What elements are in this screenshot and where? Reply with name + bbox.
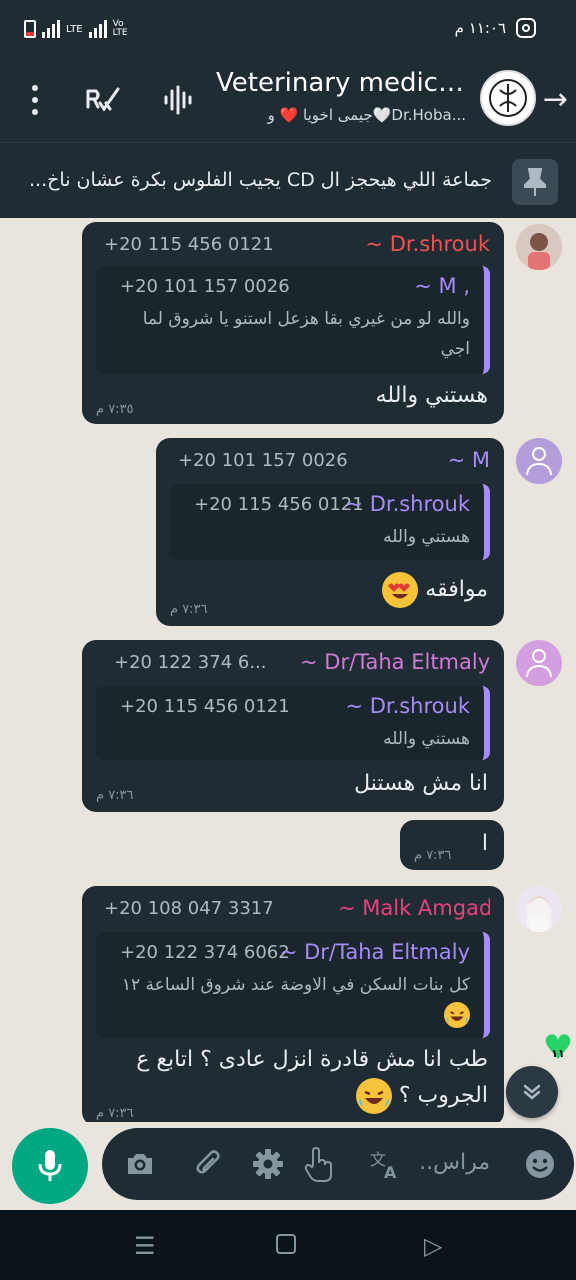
- message-bubble[interactable]: ا ٧:٣٦ م: [400, 820, 504, 870]
- pin-icon: [512, 159, 558, 205]
- scroll-down-button[interactable]: [506, 1066, 558, 1118]
- message-bubble[interactable]: +20 101 157 0026 ~ M +20 115 456 0121 ~ …: [156, 438, 504, 626]
- mic-icon: [38, 1150, 62, 1181]
- quoted-message[interactable]: +20 101 157 0026 ~ M , والله لو من غيري …: [96, 266, 490, 374]
- quoted-sender: ~ Dr.shrouk: [345, 694, 470, 718]
- sender-phone: +20 108 047 3317: [104, 898, 274, 919]
- quoted-message[interactable]: +20 122 374 6062 ~ Dr/Taha Eltmaly كل بن…: [96, 932, 490, 1038]
- chevron-double-down-icon: [523, 1084, 541, 1100]
- pinned-message-text: جماعة اللي هيحجز ال CD يجيب الفلوس بكرة …: [29, 169, 492, 191]
- quoted-text: هستني والله: [383, 729, 470, 749]
- avatar[interactable]: [516, 224, 562, 270]
- message-time: ٧:٣٦ م: [414, 848, 452, 863]
- sender-phone: +20 101 157 0026: [178, 450, 348, 471]
- svg-text:A: A: [384, 1163, 397, 1181]
- message-bubble[interactable]: +20 122 374 6... ~ Dr/Taha Eltmaly +20 1…: [82, 640, 504, 812]
- volte-indicator: Vo LTE: [112, 19, 128, 38]
- message-bubble[interactable]: +20 108 047 3317 ~ Malk Amgad +20 122 37…: [82, 886, 504, 1122]
- chat-header: → Veterinary medici... جيمى اخويا ❤️ و🤍D…: [0, 62, 576, 142]
- signal-icon-2: [88, 20, 107, 38]
- back-arrow-icon[interactable]: →: [543, 82, 568, 117]
- chat-subtitle[interactable]: جيمى اخويا ❤️ و🤍Dr.Hoba...: [216, 106, 466, 124]
- quoted-text: كل بنات السكن في الاوضة عند شروق الساعة …: [110, 970, 470, 1030]
- avatar[interactable]: [516, 438, 562, 484]
- waveform-icon[interactable]: [158, 80, 198, 120]
- avatar[interactable]: [516, 640, 562, 686]
- mic-button[interactable]: [12, 1128, 88, 1204]
- status-time: ١١:٠٦ م: [454, 19, 506, 37]
- message-bubble[interactable]: +20 115 456 0121 ~ Dr.shrouk +20 101 157…: [82, 222, 504, 424]
- group-avatar[interactable]: [480, 70, 536, 126]
- chat-title[interactable]: Veterinary medici...: [216, 68, 466, 98]
- quoted-text: والله لو من غيري بقا هزعل استنو يا شروق …: [142, 309, 470, 359]
- unread-count: ١١: [551, 1047, 565, 1060]
- network-type: LTE: [66, 23, 83, 35]
- message-time: ٧:٣٦ م: [170, 602, 208, 617]
- message-time: ٧:٣٥ م: [96, 402, 134, 417]
- avatar[interactable]: [516, 886, 562, 932]
- read-check-icon[interactable]: [82, 80, 122, 120]
- sender-name[interactable]: ~ Malk Amgad: [338, 896, 490, 920]
- laughing-emoji-icon: [444, 1002, 470, 1028]
- settings-icon[interactable]: [250, 1146, 286, 1182]
- message-time: ٧:٣٦ م: [96, 1106, 134, 1121]
- message-text-content: موافقه: [425, 577, 488, 602]
- battery-icon: [24, 20, 36, 38]
- sender-name[interactable]: ~ M: [448, 448, 490, 472]
- instagram-icon: [516, 18, 536, 38]
- message-text: انا مش هستنل: [354, 771, 488, 796]
- quoted-sender: ~ M ,: [414, 274, 470, 298]
- unread-heart-badge[interactable]: ♥ ١١: [540, 1031, 576, 1065]
- sender-name[interactable]: ~ Dr/Taha Eltmaly: [300, 650, 490, 674]
- quoted-text-content: كل بنات السكن في الاوضة عند شروق الساعة …: [121, 975, 470, 995]
- menu-nav-icon[interactable]: ☰: [134, 1232, 156, 1260]
- chat-messages[interactable]: +20 115 456 0121 ~ Dr.shrouk +20 101 157…: [0, 218, 576, 1122]
- back-nav-icon[interactable]: ▷: [424, 1232, 442, 1260]
- message-text: طب انا مش قادرة انزل عادى ؟ اتابع ع الجر…: [98, 1042, 488, 1114]
- quoted-message[interactable]: +20 115 456 0121 ~ Dr.shrouk هستني والله: [170, 484, 490, 560]
- sender-name[interactable]: ~ Dr.shrouk: [360, 232, 490, 256]
- message-time: ٧:٣٦ م: [96, 788, 134, 803]
- quoted-sender: ~ Dr.shrouk: [345, 492, 470, 516]
- status-left: LTE Vo LTE: [24, 20, 137, 38]
- signal-icon: [42, 20, 60, 38]
- quoted-phone: +20 101 157 0026: [120, 276, 290, 297]
- quoted-text: هستني والله: [383, 527, 470, 547]
- sender-phone: +20 115 456 0121: [104, 234, 274, 255]
- message-text: موافقه: [382, 572, 488, 608]
- message-composer[interactable]: مراس.. 文A: [102, 1128, 574, 1200]
- emoji-icon[interactable]: [522, 1146, 558, 1182]
- translate-icon[interactable]: 文A: [368, 1146, 404, 1182]
- status-bar: LTE Vo LTE ١١:٠٦ م: [0, 0, 576, 62]
- heart-eyes-emoji-icon: [382, 572, 419, 608]
- group-logo-icon: [489, 79, 527, 117]
- quoted-phone: +20 115 456 0121: [194, 494, 364, 515]
- attach-icon[interactable]: [192, 1146, 228, 1182]
- message-text-content: طب انا مش قادرة انزل عادى ؟ اتابع ع الجر…: [136, 1047, 488, 1108]
- quoted-phone: +20 115 456 0121: [120, 696, 290, 717]
- more-vertical-icon[interactable]: [15, 80, 55, 120]
- quoted-sender: ~ Dr/Taha Eltmaly: [279, 940, 470, 964]
- quoted-phone: +20 122 374 6062: [120, 942, 290, 963]
- pinned-message-bar[interactable]: جماعة اللي هيحجز ال CD يجيب الفلوس بكرة …: [0, 142, 576, 218]
- camera-icon[interactable]: [122, 1146, 158, 1182]
- message-text: ا: [481, 831, 488, 856]
- sender-phone: +20 122 374 6...: [114, 652, 267, 673]
- message-text: هستني والله: [375, 383, 488, 408]
- system-nav-bar: ☰ ▷: [0, 1210, 576, 1280]
- quoted-message[interactable]: +20 115 456 0121 ~ Dr.shrouk هستني والله: [96, 686, 490, 760]
- touch-icon[interactable]: [300, 1146, 336, 1182]
- message-input[interactable]: مراس..: [419, 1150, 490, 1175]
- laughing-emoji-icon: [355, 1078, 392, 1114]
- status-right: ١١:٠٦ م: [455, 18, 536, 38]
- home-nav-icon[interactable]: [276, 1234, 296, 1254]
